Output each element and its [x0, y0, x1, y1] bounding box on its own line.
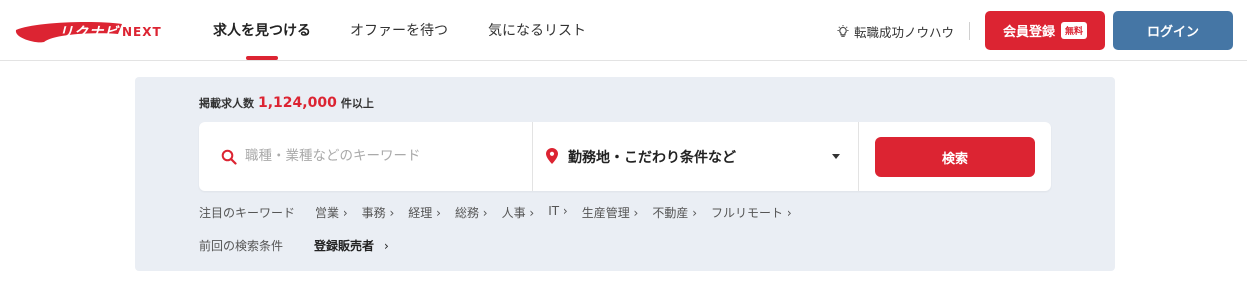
job-count: 掲載求人数 1,124,000 件以上	[199, 95, 374, 111]
chevron-right-icon: ›	[384, 239, 389, 253]
search-button[interactable]: 検索	[875, 137, 1035, 177]
keyword-field[interactable]	[199, 122, 533, 191]
keyword-link[interactable]: 事務	[362, 204, 395, 221]
active-nav-indicator	[246, 56, 278, 60]
job-count-suffix: 件以上	[340, 97, 374, 110]
nav-wait-offers[interactable]: オファーを待つ	[350, 20, 448, 40]
caret-down-icon	[832, 154, 840, 159]
map-pin-icon	[546, 148, 558, 164]
knowhow-link[interactable]: 転職成功ノウハウ	[836, 22, 954, 41]
previous-search-title: 前回の検索条件	[199, 239, 284, 253]
job-count-value: 1,124,000	[258, 95, 337, 111]
location-label: 勤務地・こだわり条件など	[568, 150, 736, 166]
knowhow-label: 転職成功ノウハウ	[854, 25, 955, 40]
featured-keywords: 注目のキーワード 営業 事務 経理 総務 人事 IT 生産管理 不動産 フルリモ…	[199, 204, 806, 221]
search-panel: 掲載求人数 1,124,000件以上 勤務地・こだわり条件など 検索 注目のキーワ…	[135, 77, 1115, 271]
previous-search-value: 登録販売者	[314, 239, 375, 253]
keyword-link[interactable]: 営業	[315, 204, 348, 221]
login-button[interactable]: ログイン	[1113, 11, 1233, 50]
keyword-link[interactable]: 経理	[408, 204, 441, 221]
keyword-link[interactable]: 不動産	[652, 204, 697, 221]
keyword-link[interactable]: 人事	[502, 204, 535, 221]
rikunabi-next-logo[interactable]: リクナビ NEXT	[14, 16, 184, 46]
logo-text: リクナビ	[59, 25, 119, 41]
nav-find-jobs[interactable]: 求人を見つける	[213, 20, 311, 40]
keyword-link[interactable]: 総務	[455, 204, 488, 221]
search-icon	[221, 149, 237, 165]
location-selector[interactable]: 勤務地・こだわり条件など	[534, 122, 859, 191]
register-label: 会員登録	[1002, 25, 1055, 40]
logo-next: NEXT	[122, 25, 162, 39]
featured-keywords-title: 注目のキーワード	[199, 206, 296, 220]
free-badge: 無料	[1061, 22, 1088, 39]
keyword-input[interactable]	[245, 144, 515, 168]
job-count-prefix: 掲載求人数	[199, 97, 254, 110]
previous-search: 前回の検索条件 登録販売者 ›	[199, 237, 389, 254]
register-button[interactable]: 会員登録 無料	[985, 11, 1105, 50]
keyword-link[interactable]: 生産管理	[582, 204, 639, 221]
site-header: リクナビ NEXT 求人を見つける オファーを待つ 気になるリスト 転職成功ノウ…	[0, 0, 1247, 61]
keyword-link[interactable]: IT	[548, 204, 568, 221]
nav-saved-list[interactable]: 気になるリスト	[488, 20, 586, 40]
header-divider	[969, 22, 970, 40]
keyword-link[interactable]: フルリモート	[711, 204, 792, 221]
previous-search-link[interactable]: 登録販売者 ›	[314, 237, 389, 254]
lightbulb-icon	[837, 25, 849, 37]
search-box: 勤務地・こだわり条件など 検索	[199, 122, 1051, 191]
